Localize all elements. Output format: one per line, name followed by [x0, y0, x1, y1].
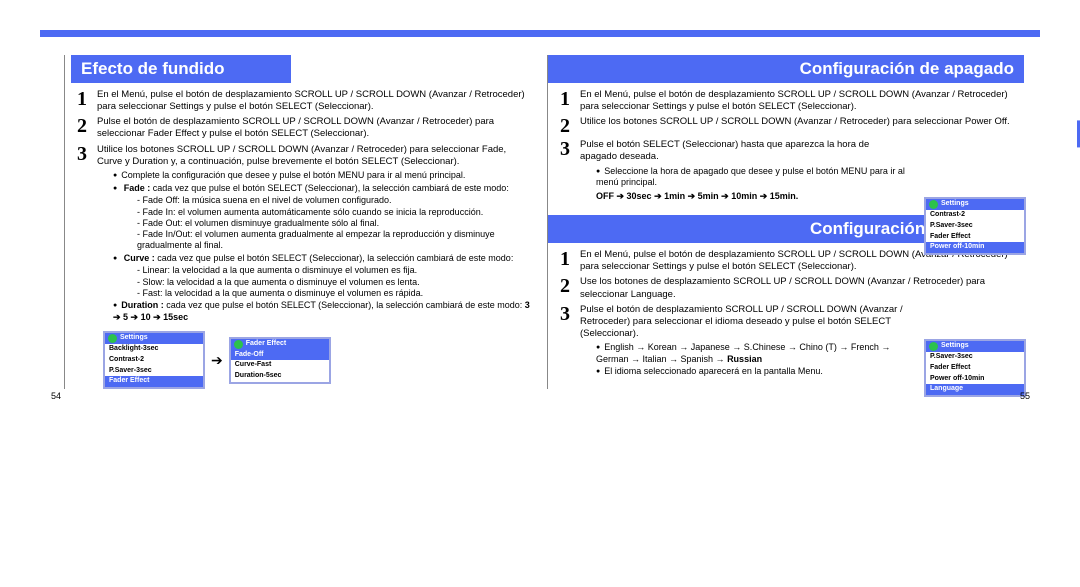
device-selected: Power off-10min [926, 242, 1024, 253]
step-number: 2 [77, 116, 93, 140]
page-number-right: 55 [1020, 391, 1030, 401]
step-text-inner: Utilice los botones SCROLL UP / SCROLL D… [97, 144, 506, 167]
section-title-fader: Efecto de fundido [65, 55, 291, 83]
device-row: Fader Effect [926, 232, 1024, 243]
fade-options: Fade Off: la música suena en el nivel de… [137, 195, 533, 251]
step-number: 3 [560, 139, 576, 202]
option-text: Fade In/Out: el volumen aumenta gradualm… [137, 229, 533, 252]
step-text: Utilice los botones SCROLL UP / SCROLL D… [580, 116, 1016, 136]
step-text-inner: Pulse el botón SELECT (Seleccionar) hast… [580, 139, 869, 162]
option-text: Fade Out: el volumen disminuye gradualme… [137, 218, 533, 229]
device-selected: Language [926, 384, 1024, 395]
step-number: 3 [77, 144, 93, 326]
device-row: Duration-5sec [231, 371, 329, 382]
device-row: P.Saver-3sec [926, 221, 1024, 232]
note-visible: cada vez que pulse el botón SELECT (Sele… [157, 253, 513, 263]
section-title-poweroff: Configuración de apagado [548, 55, 1030, 83]
note-text: Seleccione la hora de apagado que desee … [596, 166, 906, 189]
page-number-left: 54 [51, 391, 61, 401]
poweroff-sequence: OFF ➔ 30sec ➔ 1min ➔ 5min ➔ 10min ➔ 15mi… [596, 191, 906, 203]
device-row: Contrast-2 [105, 355, 203, 366]
note-text: Complete la configuración que desee y pu… [113, 170, 533, 182]
step-text: En el Menú, pulse el botón de desplazami… [97, 89, 533, 113]
page-spread: Efecto de fundido 1En el Menú, pulse el … [60, 55, 1030, 389]
device-row: Curve-Fast [231, 360, 329, 371]
note-text: English → Korean → Japanese → S.Chinese … [596, 342, 906, 365]
step-text: Use los botones de desplazamiento SCROLL… [580, 276, 1016, 300]
step-number: 1 [560, 89, 576, 113]
poweroff-notes: Seleccione la hora de apagado que desee … [596, 166, 906, 189]
step-text-inner: Pulse el botón de desplazamiento SCROLL … [580, 304, 903, 339]
device-row: Backlight-3sec [105, 344, 203, 355]
left-page: Efecto de fundido 1En el Menú, pulse el … [64, 55, 547, 389]
option-text: Linear: la velocidad a la que aumenta o … [137, 265, 533, 276]
step-number: 3 [560, 304, 576, 380]
option-text: Fade In: el volumen aumenta automáticame… [137, 207, 533, 218]
step-number: 1 [77, 89, 93, 113]
step-text: Pulse el botón SELECT (Seleccionar) hast… [580, 139, 1016, 202]
note-visible: cada vez que pulse el botón SELECT (Sele… [153, 183, 509, 193]
arrow-icon: ➔ [211, 352, 223, 369]
note-text: Curve : cada vez que pulse el botón SELE… [113, 253, 533, 300]
step-number: 2 [560, 116, 576, 136]
device-header: Settings [105, 333, 203, 344]
note-text: El idioma seleccionado aparecerá en la p… [596, 366, 906, 378]
device-poweroff: Settings Contrast-2 P.Saver-3sec Fader E… [924, 197, 1026, 255]
note-text: Duration : Duration : cada vez que pulse… [113, 300, 533, 323]
device-fader: Fader Effect Fade-Off Curve-Fast Duratio… [229, 337, 331, 384]
top-band [40, 30, 1040, 37]
poweroff-steps: 1En el Menú, pulse el botón de desplazam… [560, 89, 1016, 202]
option-text: Slow: la velocidad a la que aumenta o di… [137, 277, 533, 288]
device-language: Settings P.Saver-3sec Fader Effect Power… [924, 339, 1026, 397]
step-text: Utilice los botones SCROLL UP / SCROLL D… [97, 144, 533, 326]
step-text: Pulse el botón de desplazamiento SCROLL … [97, 116, 533, 140]
option-text: Fast: la velocidad a la que aumenta o di… [137, 288, 533, 299]
device-row: P.Saver-3sec [926, 352, 1024, 363]
note-text: Fade : Fade : cada vez que pulse el botó… [113, 183, 533, 252]
device-row: Power off-10min [926, 374, 1024, 385]
step-number: 1 [560, 249, 576, 273]
option-text: Fade Off: la música suena en el nivel de… [137, 195, 533, 206]
device-header: Fader Effect [231, 339, 329, 350]
fader-screenshots: Settings Backlight-3sec Contrast-2 P.Sav… [103, 331, 533, 389]
step-text: En el Menú, pulse el botón de desplazami… [580, 89, 1016, 113]
device-row: Contrast-2 [926, 210, 1024, 221]
device-settings: Settings Backlight-3sec Contrast-2 P.Sav… [103, 331, 205, 389]
device-header: Settings [926, 341, 1024, 352]
step-number: 2 [560, 276, 576, 300]
fader-notes: Complete la configuración que desee y pu… [113, 170, 533, 323]
language-notes: English → Korean → Japanese → S.Chinese … [596, 342, 906, 378]
device-row: Fader Effect [926, 363, 1024, 374]
device-row: P.Saver-3sec [105, 366, 203, 377]
curve-options: Linear: la velocidad a la que aumenta o … [137, 265, 533, 299]
device-header: Settings [926, 199, 1024, 210]
right-page: Configuración de apagado 1En el Menú, pu… [547, 55, 1030, 389]
fader-steps: 1En el Menú, pulse el botón de desplazam… [77, 89, 533, 325]
device-selected: Fader Effect [105, 376, 203, 387]
device-selected: Fade-Off [231, 350, 329, 361]
note-visible: cada vez que pulse el botón SELECT (Sele… [113, 300, 530, 322]
